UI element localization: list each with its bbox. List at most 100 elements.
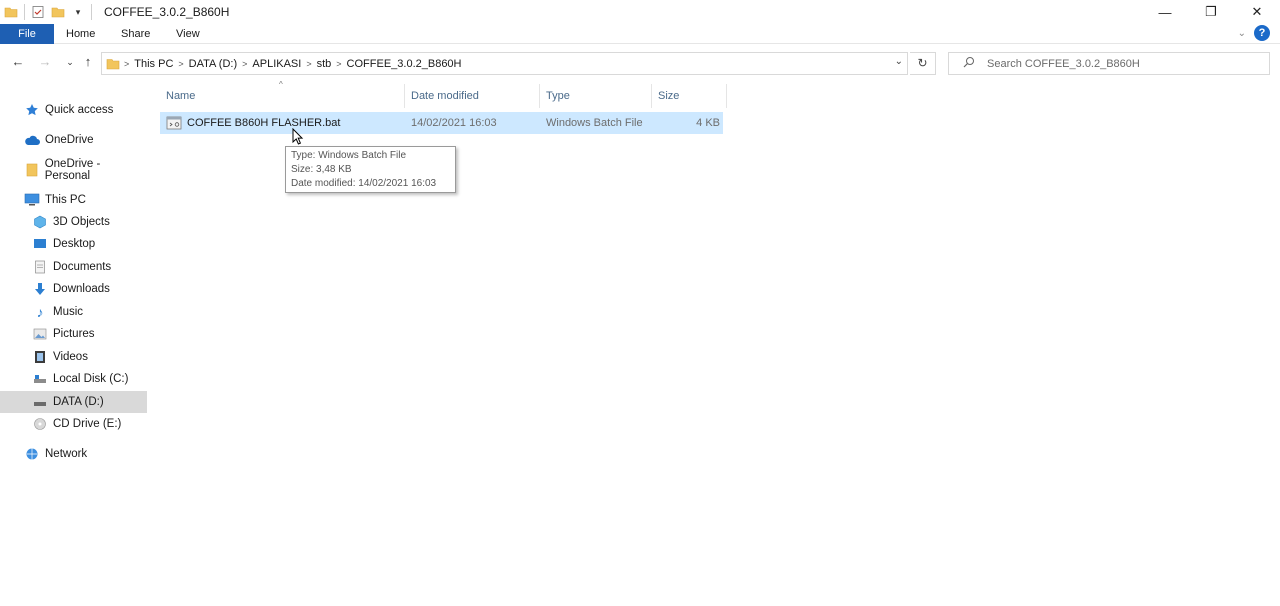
breadcrumb-stb[interactable]: stb <box>312 58 337 70</box>
video-icon <box>32 349 48 365</box>
restore-button[interactable]: ❐ <box>1188 0 1234 24</box>
cube-icon <box>32 214 48 230</box>
picture-icon <box>32 326 48 342</box>
refresh-icon[interactable]: ↻ <box>910 52 936 75</box>
column-header-size[interactable]: Size <box>652 84 727 108</box>
tab-share[interactable]: Share <box>121 24 150 44</box>
window-controls: — ❐ ✕ <box>1142 0 1280 24</box>
nav-item-label: OneDrive <box>45 134 94 146</box>
nav-item-documents[interactable]: Documents <box>0 256 147 278</box>
nav-item-network[interactable]: Network <box>0 443 147 465</box>
tab-file[interactable]: File <box>0 24 54 44</box>
column-header-name[interactable]: Name <box>160 84 405 108</box>
breadcrumb-this-pc[interactable]: This PC <box>129 58 178 70</box>
nav-item-pictures[interactable]: Pictures <box>0 323 147 345</box>
search-box[interactable] <box>948 52 1270 75</box>
column-header-date-modified[interactable]: Date modified <box>405 84 540 108</box>
column-header-type[interactable]: Type <box>540 84 652 108</box>
computer-icon <box>24 192 40 208</box>
breadcrumb: > This PC > DATA (D:) > APLIKASI > stb >… <box>120 53 467 74</box>
tab-home[interactable]: Home <box>66 24 95 44</box>
nav-item-local-disk-c[interactable]: Local Disk (C:) <box>0 368 147 390</box>
nav-item-label: 3D Objects <box>53 216 110 228</box>
folder-icon <box>4 5 18 19</box>
toolbar-divider <box>91 4 92 20</box>
nav-item-3d-objects[interactable]: 3D Objects <box>0 211 147 233</box>
star-icon <box>24 102 40 118</box>
expand-ribbon-icon[interactable]: ⌄ <box>1238 28 1246 39</box>
file-date-modified: 14/02/2021 16:03 <box>411 117 497 129</box>
nav-item-quick-access[interactable]: Quick access <box>0 99 147 121</box>
ribbon-right: ⌄ ? <box>1238 25 1270 41</box>
search-icon <box>963 56 977 71</box>
nav-item-music[interactable]: ♪ Music <box>0 301 147 323</box>
nav-item-label: Pictures <box>53 328 95 340</box>
nav-item-label: Quick access <box>45 104 114 116</box>
help-icon[interactable]: ? <box>1254 25 1270 41</box>
breadcrumb-aplikasi[interactable]: APLIKASI <box>247 58 306 70</box>
window-title: COFFEE_3.0.2_B860H <box>104 5 230 19</box>
recent-locations-icon[interactable]: ⌄ <box>62 54 78 70</box>
nav-item-onedrive-personal[interactable]: OneDrive - Personal <box>0 158 147 182</box>
tooltip-date-modified: Date modified: 14/02/2021 16:03 <box>291 178 437 189</box>
close-button[interactable]: ✕ <box>1234 0 1280 24</box>
address-row: ← → ⌄ ↑ > This PC > DATA (D:) > APLIKASI… <box>0 44 1280 82</box>
nav-item-label: DATA (D:) <box>53 396 104 408</box>
nav-item-label: Desktop <box>53 238 96 250</box>
new-folder-icon[interactable] <box>51 5 65 19</box>
navigation-pane: Quick access OneDrive OneDrive - Persona… <box>0 90 148 606</box>
nav-item-label: CD Drive (E:) <box>53 418 122 430</box>
tab-view[interactable]: View <box>176 24 200 44</box>
nav-item-label: Local Disk (C:) <box>53 373 129 385</box>
nav-item-label: OneDrive - Personal <box>44 158 101 182</box>
forward-arrow-icon[interactable]: → <box>37 54 53 70</box>
ribbon-tabs: File Home Share View ⌄ ? <box>0 24 1280 44</box>
file-size: 4 KB <box>696 117 720 129</box>
customize-toolbar-icon[interactable]: ▾ <box>71 5 85 19</box>
properties-icon[interactable] <box>31 5 45 19</box>
back-arrow-icon[interactable]: ← <box>10 54 26 70</box>
batch-file-icon <box>166 116 182 130</box>
nav-item-downloads[interactable]: Downloads <box>0 278 147 300</box>
file-name: COFFEE B860H FLASHER.bat <box>187 117 341 129</box>
nav-item-label: Videos <box>53 351 88 363</box>
nav-item-this-pc[interactable]: This PC <box>0 189 147 211</box>
desktop-icon <box>32 236 48 252</box>
file-name-cell: COFFEE B860H FLASHER.bat <box>166 112 340 134</box>
file-list-row[interactable]: COFFEE B860H FLASHER.bat 14/02/2021 16:0… <box>160 112 723 134</box>
breadcrumb-current-folder[interactable]: COFFEE_3.0.2_B860H <box>342 58 467 70</box>
up-arrow-icon[interactable]: ↑ <box>80 54 96 70</box>
nav-item-label: Music <box>53 306 84 318</box>
nav-item-cd-drive-e[interactable]: CD Drive (E:) <box>0 413 147 435</box>
toolbar-divider <box>24 4 25 20</box>
tooltip-size: Size: 3,48 KB <box>291 164 352 175</box>
drive-icon <box>32 371 48 387</box>
breadcrumb-data-drive[interactable]: DATA (D:) <box>184 58 242 70</box>
folder-icon <box>106 57 120 71</box>
network-icon <box>24 446 40 462</box>
cd-drive-icon <box>32 416 48 432</box>
tooltip-type: Type: Windows Batch File <box>291 150 407 161</box>
address-bar[interactable]: > This PC > DATA (D:) > APLIKASI > stb >… <box>101 52 908 75</box>
nav-item-onedrive[interactable]: OneDrive <box>0 129 147 151</box>
drive-icon <box>32 394 48 410</box>
quick-access-toolbar: ▾ <box>0 0 98 24</box>
nav-item-label: Documents <box>53 261 112 273</box>
title-bar: ▾ COFFEE_3.0.2_B860H — ❐ ✕ <box>0 0 1280 24</box>
nav-item-data-d[interactable]: DATA (D:) <box>0 391 147 413</box>
download-arrow-icon <box>32 281 48 297</box>
nav-item-desktop[interactable]: Desktop <box>0 233 147 255</box>
music-note-icon: ♪ <box>36 304 44 320</box>
folder-icon <box>24 162 40 178</box>
cloud-icon <box>24 132 40 148</box>
document-icon <box>32 259 48 275</box>
address-history-dropdown-icon[interactable]: ⌄ <box>895 56 903 67</box>
nav-item-label: This PC <box>45 194 86 206</box>
nav-item-label: Network <box>45 448 88 460</box>
nav-item-label: Downloads <box>53 283 110 295</box>
minimize-button[interactable]: — <box>1142 0 1188 24</box>
nav-item-videos[interactable]: Videos <box>0 346 147 368</box>
file-type: Windows Batch File <box>546 117 643 129</box>
file-info-tooltip: Type: Windows Batch File Size: 3,48 KB D… <box>285 146 456 193</box>
search-input[interactable] <box>987 57 1267 70</box>
